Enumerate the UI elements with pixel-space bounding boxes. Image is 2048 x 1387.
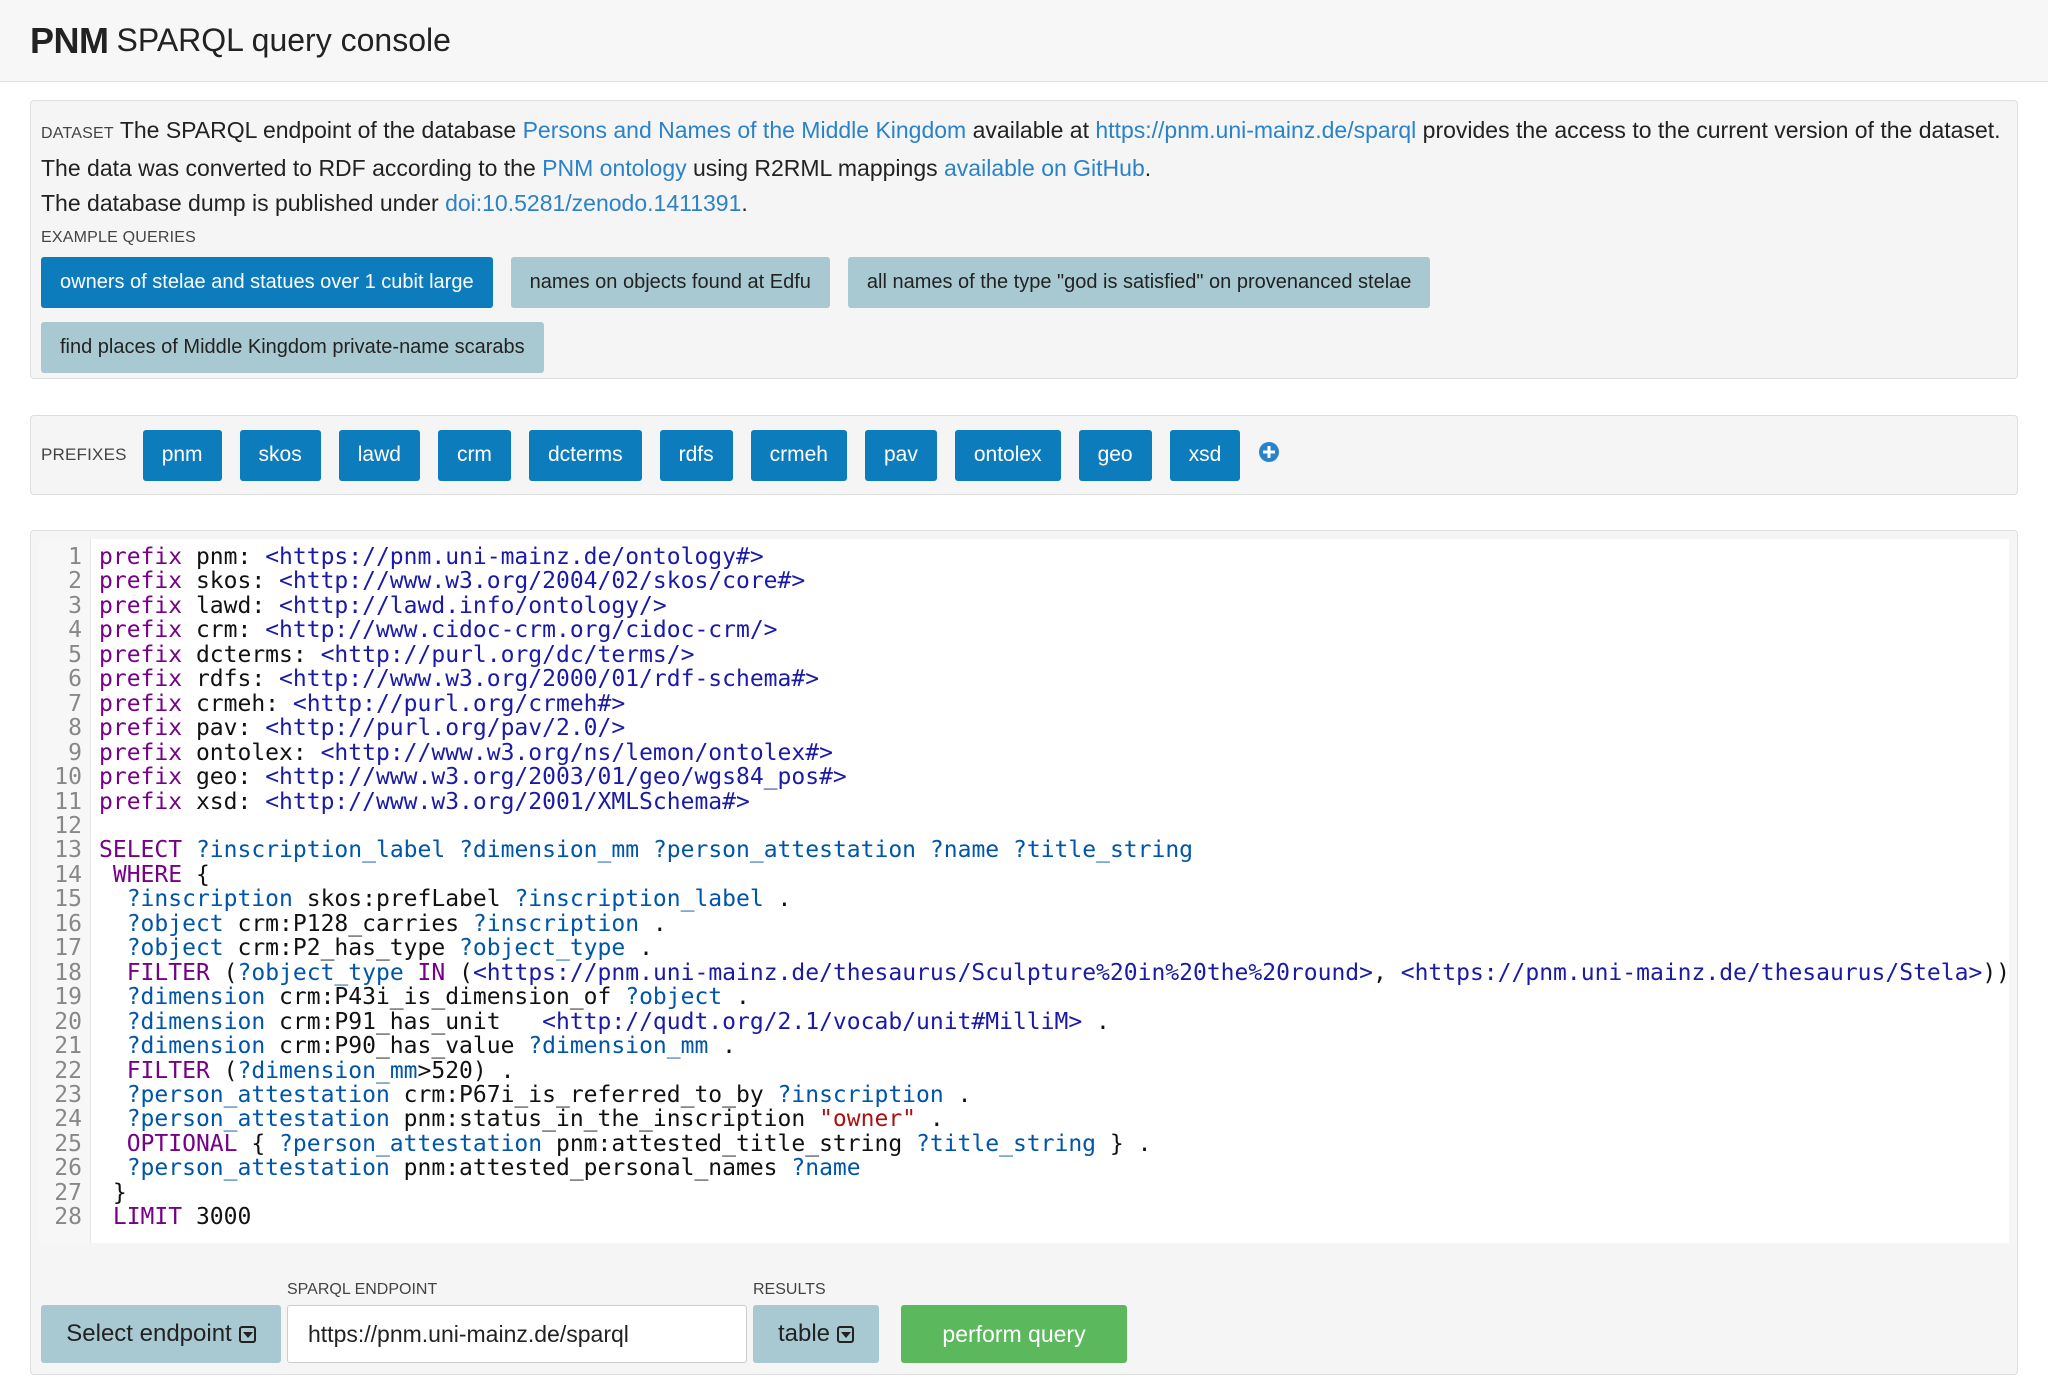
line-number: 18 (54, 959, 82, 986)
line-number: 11 (54, 788, 82, 815)
line-number: 3 (68, 592, 82, 619)
line-number: 6 (68, 666, 82, 693)
code-line[interactable]: ?person_attestation crm:P67i_is_referred… (99, 1083, 2009, 1108)
prefix-button-xsd[interactable]: xsd (1169, 429, 1241, 481)
line-number: 24 (54, 1106, 82, 1133)
code-editor[interactable]: 1 2 3 4 5 6 7 8 9 10 11 12 13 14 15 16 17 18 19 20 21 22 23 24 2… (39, 539, 2009, 1243)
query-panel: 1 2 3 4 5 6 7 8 9 10 11 12 13 14 15 16 17 18 19 20 21 22 23 24 2… (30, 530, 2018, 1375)
code-line[interactable]: LIMIT 3000 (99, 1205, 2009, 1230)
line-number: 19 (54, 984, 82, 1011)
line-number: 2 (68, 568, 82, 595)
code-line[interactable]: prefix xsd: <http://www.w3.org/2001/XMLS… (99, 789, 2009, 814)
example-query-button[interactable]: find places of Middle Kingdom private-na… (41, 322, 544, 373)
line-number: 23 (54, 1081, 82, 1108)
code-line[interactable]: prefix rdfs: <http://www.w3.org/2000/01/… (99, 667, 2009, 692)
code-line[interactable]: prefix geo: <http://www.w3.org/2003/01/g… (99, 765, 2009, 790)
code-line[interactable]: prefix lawd: <http://lawd.info/ontology/… (99, 593, 2009, 618)
add-prefix-icon[interactable] (1258, 441, 1280, 463)
line-number: 25 (54, 1130, 82, 1157)
code-line[interactable]: prefix crmeh: <http://purl.org/crmeh#> (99, 691, 2009, 716)
link-doi[interactable]: doi:10.5281/zenodo.1411391 (445, 190, 741, 216)
line-number: 20 (54, 1008, 82, 1035)
code-line[interactable]: prefix crm: <http://www.cidoc-crm.org/ci… (99, 618, 2009, 643)
results-format-select[interactable]: table (753, 1305, 879, 1363)
example-query-button[interactable]: owners of stelae and statues over 1 cubi… (41, 257, 493, 308)
prefix-button-geo[interactable]: geo (1078, 429, 1152, 481)
code-line[interactable]: prefix ontolex: <http://www.w3.org/ns/le… (99, 740, 2009, 765)
perform-query-button[interactable]: perform query (901, 1305, 1127, 1363)
prefix-button-rdfs[interactable]: rdfs (659, 429, 733, 481)
line-number: 5 (68, 641, 82, 668)
dropdown-icon (837, 1325, 855, 1343)
line-number: 17 (54, 935, 82, 962)
endpoint-input[interactable] (287, 1305, 747, 1363)
line-number: 28 (54, 1204, 82, 1231)
prefix-button-crmeh[interactable]: crmeh (750, 429, 847, 481)
code-line[interactable]: prefix dcterms: <http://purl.org/dc/term… (99, 642, 2009, 667)
code-line[interactable]: prefix pnm: <https://pnm.uni-mainz.de/on… (99, 545, 2009, 570)
code-line[interactable]: ?person_attestation pnm:attested_persona… (99, 1156, 2009, 1181)
dropdown-icon (238, 1325, 256, 1343)
line-numbers: 1 2 3 4 5 6 7 8 9 10 11 12 13 14 15 16 17 18 19 20 21 22 23 24 2… (39, 539, 91, 1243)
prefix-button-skos[interactable]: skos (239, 429, 321, 481)
prefix-button-lawd[interactable]: lawd (338, 429, 420, 481)
line-number: 12 (54, 812, 82, 839)
line-number: 10 (54, 764, 82, 791)
code-line[interactable]: ?dimension crm:P90_has_value ?dimension_… (99, 1034, 2009, 1059)
prefix-button-pav[interactable]: pav (865, 429, 937, 481)
prefix-button-pnm[interactable]: pnm (142, 429, 222, 481)
code-line[interactable]: WHERE { (99, 862, 2009, 887)
line-number: 15 (54, 886, 82, 913)
line-number: 27 (54, 1179, 82, 1206)
dataset-label: DATASET (41, 125, 114, 142)
prefixes-label: PREFIXES (41, 445, 127, 464)
link-ontology[interactable]: PNM ontology (542, 155, 686, 181)
line-number: 21 (54, 1033, 82, 1060)
code-line[interactable]: prefix pav: <http://purl.org/pav/2.0/> (99, 716, 2009, 741)
example-queries: owners of stelae and statues over 1 cubi… (41, 257, 1661, 373)
example-query-button[interactable]: names on objects found at Edfu (510, 257, 830, 308)
code-line[interactable]: ?object crm:P2_has_type ?object_type . (99, 936, 2009, 961)
line-number: 4 (68, 617, 82, 644)
prefix-button-dcterms[interactable]: dcterms (528, 429, 642, 481)
endpoint-label: SPARQL ENDPOINT (287, 1281, 438, 1298)
line-number: 13 (54, 837, 82, 864)
link-endpoint[interactable]: https://pnm.uni-mainz.de/sparql (1095, 117, 1416, 143)
code-line[interactable]: FILTER (?object_type IN (<https://pnm.un… (99, 960, 2009, 985)
dataset-panel: DATASET The SPARQL endpoint of the datab… (30, 100, 2018, 379)
brand-logo: PNM (30, 19, 109, 61)
line-number: 9 (68, 739, 82, 766)
code-line[interactable]: FILTER (?dimension_mm>520) . (99, 1058, 2009, 1083)
code-line[interactable]: ?person_attestation pnm:status_in_the_in… (99, 1107, 2009, 1132)
prefixes-panel: PREFIXES pnm skos lawd crm dcterms rdfs … (30, 415, 2018, 495)
code-line[interactable]: ?dimension crm:P91_has_unit <http://qudt… (99, 1009, 2009, 1034)
example-query-button[interactable]: all names of the type "god is satisfied"… (847, 257, 1431, 308)
line-number: 8 (68, 715, 82, 742)
code-line[interactable]: ?dimension crm:P43i_is_dimension_of ?obj… (99, 985, 2009, 1010)
results-label: RESULTS (753, 1281, 826, 1298)
app-header: PNM SPARQL query console (0, 0, 2048, 82)
line-number: 14 (54, 861, 82, 888)
line-number: 7 (68, 690, 82, 717)
code-line[interactable]: OPTIONAL { ?person_attestation pnm:attes… (99, 1131, 2009, 1156)
code-line[interactable]: ?object crm:P128_carries ?inscription . (99, 911, 2009, 936)
code-line[interactable]: prefix skos: <http://www.w3.org/2004/02/… (99, 569, 2009, 594)
link-database[interactable]: Persons and Names of the Middle Kingdom (523, 117, 967, 143)
prefix-button-ontolex[interactable]: ontolex (954, 429, 1061, 481)
prefix-button-crm[interactable]: crm (437, 429, 511, 481)
code-line[interactable]: ?inscription skos:prefLabel ?inscription… (99, 887, 2009, 912)
line-number: 16 (54, 910, 82, 937)
code-line[interactable]: SELECT ?inscription_label ?dimension_mm … (99, 838, 2009, 862)
page-title: SPARQL query console (116, 22, 451, 58)
link-github[interactable]: available on GitHub (944, 155, 1145, 181)
line-number: 22 (54, 1057, 82, 1084)
select-endpoint-button[interactable]: Select endpoint (41, 1305, 281, 1363)
dataset-description: DATASET The SPARQL endpoint of the datab… (41, 117, 2001, 216)
line-number: 1 (68, 544, 82, 570)
code-line[interactable]: } (99, 1180, 2009, 1205)
example-queries-label: EXAMPLE QUERIES (41, 229, 197, 246)
code-line[interactable] (99, 814, 2009, 838)
line-number: 26 (54, 1155, 82, 1182)
query-text[interactable]: prefix pnm: <https://pnm.uni-mainz.de/on… (91, 539, 2009, 1243)
